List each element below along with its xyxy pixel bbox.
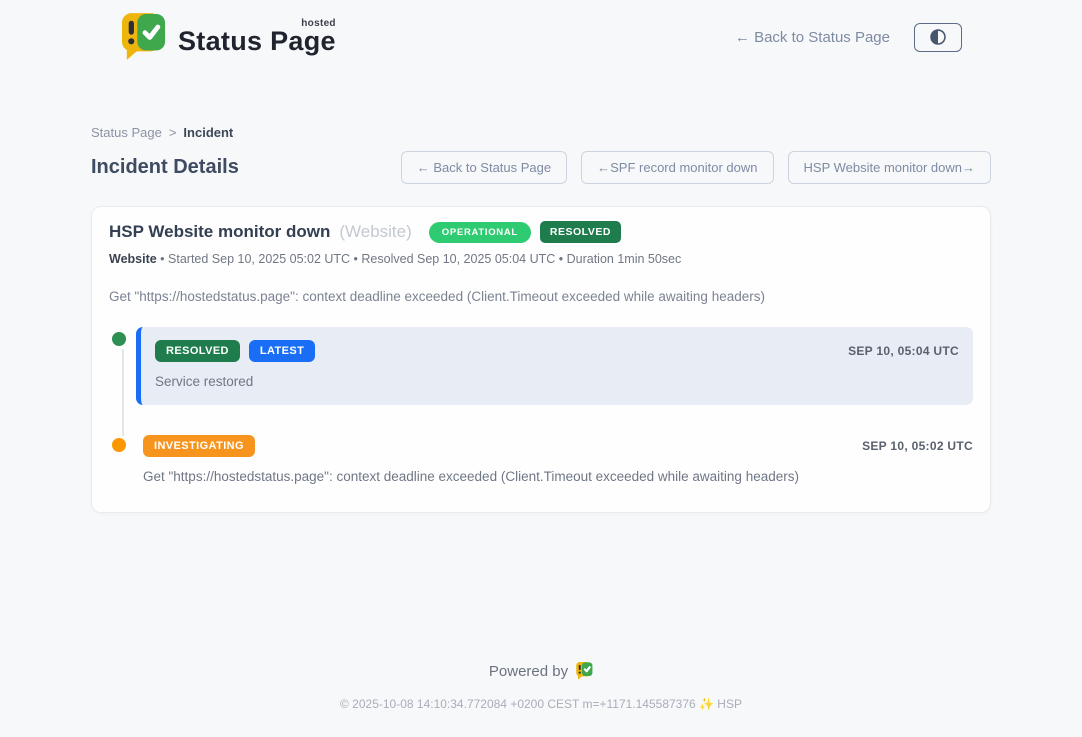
incident-timeline: RESOLVED LATEST SEP 10, 05:04 UTC Servic…: [109, 327, 973, 484]
timeline-entry-content: INVESTIGATING SEP 10, 05:02 UTC Get "htt…: [136, 433, 973, 484]
timeline-message: Get "https://hostedstatus.page": context…: [143, 469, 973, 484]
page-title: Incident Details: [91, 156, 239, 179]
timeline-rail: [109, 327, 136, 405]
timeline-message: Service restored: [155, 374, 959, 389]
header-actions: ← Back to Status Page: [735, 23, 962, 52]
breadcrumb-current: Incident: [183, 125, 233, 140]
title-row: Incident Details ← Back to Status Page ←…: [91, 151, 991, 184]
next-incident-button[interactable]: HSP Website monitor down→: [788, 151, 991, 184]
status-page-logo-icon: [122, 13, 166, 61]
brand-name: hosted Status Page: [178, 18, 336, 57]
timeline-timestamp: SEP 10, 05:04 UTC: [848, 344, 959, 358]
incident-meta-details: • Started Sep 10, 2025 05:02 UTC • Resol…: [157, 252, 682, 266]
site-header: hosted Status Page ← Back to Status Page: [0, 0, 1082, 61]
incident-title-row: HSP Website monitor down (Website) OPERA…: [109, 221, 973, 243]
half-circle-contrast-icon: [927, 26, 949, 48]
green-dot-icon: [109, 329, 129, 349]
operational-status-badge: OPERATIONAL: [429, 222, 531, 243]
prev-incident-button[interactable]: ←SPF record monitor down: [581, 151, 773, 184]
timeline-entry-header: RESOLVED LATEST SEP 10, 05:04 UTC: [155, 340, 959, 362]
timeline-badges: RESOLVED LATEST: [155, 340, 315, 362]
incident-title: HSP Website monitor down: [109, 222, 330, 242]
incident-card: HSP Website monitor down (Website) OPERA…: [91, 206, 991, 513]
incident-component: (Website): [339, 222, 411, 242]
back-to-status-page-button[interactable]: ← Back to Status Page: [401, 151, 567, 184]
brand-logo[interactable]: hosted Status Page: [122, 13, 336, 61]
investigating-badge: INVESTIGATING: [143, 435, 255, 457]
site-footer: Powered by © 2025-10-08 14:10:34.772084 …: [0, 662, 1082, 737]
status-page-logo-icon-small[interactable]: [576, 662, 593, 680]
powered-by: Powered by: [0, 662, 1082, 680]
timeline-entry-content: RESOLVED LATEST SEP 10, 05:04 UTC Servic…: [136, 327, 973, 405]
timeline-rail: [109, 433, 136, 484]
copyright-line: © 2025-10-08 14:10:34.772084 +0200 CEST …: [0, 697, 1082, 711]
timeline-entry-resolved: RESOLVED LATEST SEP 10, 05:04 UTC Servic…: [109, 327, 973, 405]
incident-nav-buttons: ← Back to Status Page ←SPF record monito…: [401, 151, 991, 184]
incident-meta-component: Website: [109, 252, 157, 266]
breadcrumb: Status Page > Incident: [91, 125, 991, 140]
timeline-entry-header: INVESTIGATING SEP 10, 05:02 UTC: [143, 435, 973, 457]
theme-toggle-button[interactable]: [914, 23, 962, 52]
breadcrumb-status-page-link[interactable]: Status Page: [91, 125, 162, 140]
latest-badge: LATEST: [249, 340, 315, 362]
breadcrumb-separator: >: [169, 125, 177, 140]
powered-by-label: Powered by: [489, 663, 568, 680]
resolved-badge: RESOLVED: [155, 340, 240, 362]
incident-meta: Website • Started Sep 10, 2025 05:02 UTC…: [109, 252, 973, 266]
incident-description: Get "https://hostedstatus.page": context…: [109, 289, 973, 304]
brand-title: Status Page: [178, 26, 336, 57]
orange-dot-icon: [109, 435, 129, 455]
timeline-entry-investigating: INVESTIGATING SEP 10, 05:02 UTC Get "htt…: [109, 433, 973, 484]
timeline-badges: INVESTIGATING: [143, 435, 255, 457]
timeline-timestamp: SEP 10, 05:02 UTC: [862, 439, 973, 453]
header-back-link[interactable]: ← Back to Status Page: [735, 29, 890, 46]
main-content: Status Page > Incident Incident Details ← …: [91, 61, 991, 662]
resolved-state-badge: RESOLVED: [540, 221, 621, 243]
